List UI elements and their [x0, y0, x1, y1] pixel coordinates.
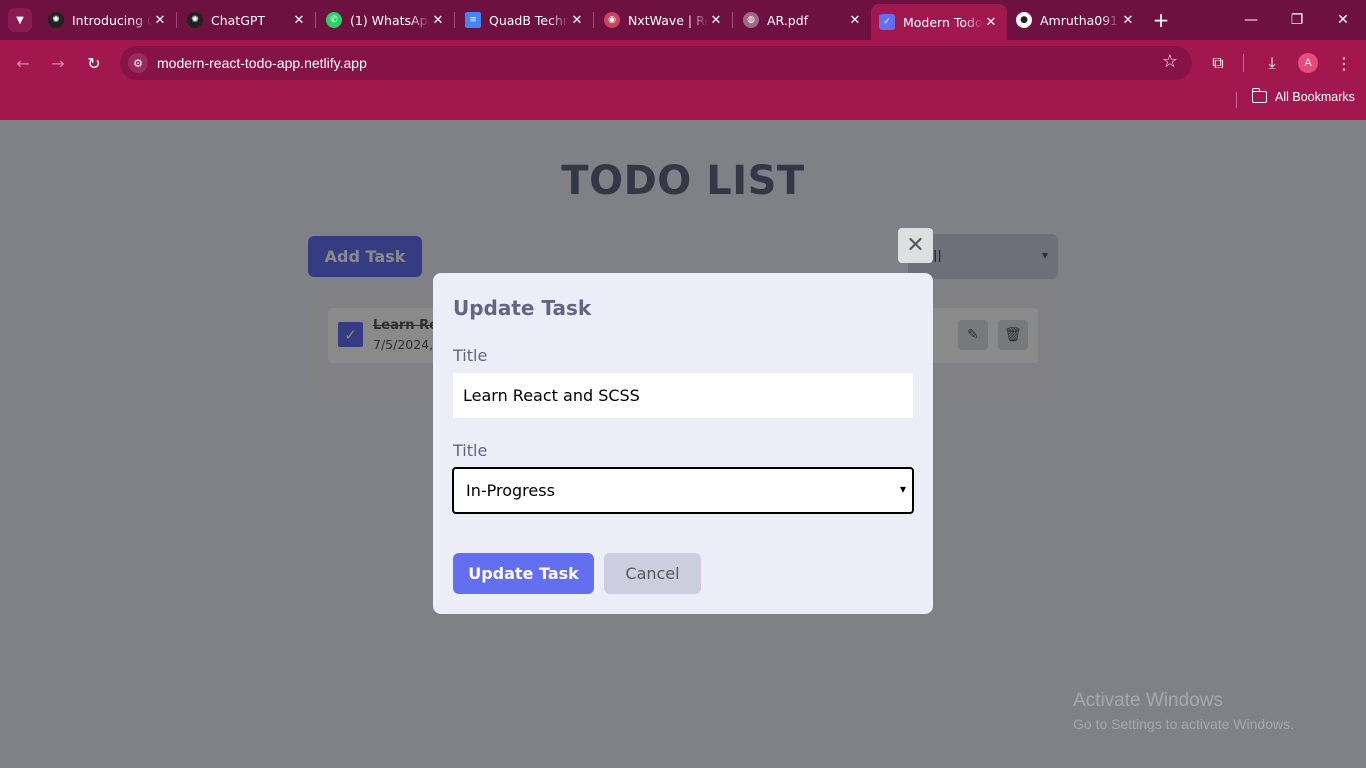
close-tab-icon[interactable]: ✕ — [152, 12, 168, 28]
title-input[interactable]: Learn React and SCSS — [453, 373, 913, 418]
folder-icon — [1251, 88, 1267, 103]
close-tab-icon[interactable]: ✕ — [708, 12, 724, 28]
more-vert-icon: ⋮ — [1336, 53, 1352, 73]
tab-introducing-chatgpt[interactable]: ✺ Introducing ChatGPT ✕ — [40, 6, 176, 34]
title-field-label: Title — [453, 346, 488, 365]
tab-title: QuadB Technologies — [489, 12, 569, 28]
close-modal-button[interactable]: ✕ — [898, 228, 933, 263]
tab-divider — [593, 12, 594, 28]
close-tab-icon[interactable]: ✕ — [430, 12, 446, 28]
tab-quadb[interactable]: ≡ QuadB Technologies ✕ — [457, 6, 593, 34]
toolbar-divider — [1243, 54, 1244, 72]
chevron-down-icon: ▾ — [899, 482, 906, 496]
close-tab-icon[interactable]: ✕ — [291, 12, 307, 28]
github-icon: ● — [1016, 12, 1032, 28]
tab-chatgpt[interactable]: ✺ ChatGPT ✕ — [179, 6, 315, 34]
tab-nxtwave[interactable]: ◉ NxtWave | Re ✕ — [596, 6, 732, 34]
globe-icon: ◍ — [743, 12, 759, 28]
url-text[interactable]: modern-react-todo-app.netlify.app — [157, 55, 367, 71]
openai-icon: ✺ — [187, 12, 203, 28]
restore-button[interactable]: ❐ — [1274, 0, 1320, 40]
tab-title: ChatGPT — [211, 12, 266, 28]
reload-icon: ↻ — [87, 53, 101, 73]
status-field-label: Title — [453, 441, 488, 460]
close-icon: ✕ — [1337, 12, 1349, 28]
close-icon: ✕ — [906, 233, 925, 258]
tab-title: Introducing ChatGPT — [72, 12, 152, 28]
star-icon[interactable]: ☆ — [1162, 52, 1178, 72]
reload-button[interactable]: ↻ — [79, 48, 109, 78]
cancel-button[interactable]: Cancel — [604, 553, 701, 594]
watermark-line-1: Activate Windows — [1073, 690, 1223, 711]
todo-icon: ✓ — [879, 14, 895, 30]
tab-whatsapp[interactable]: ✆ (1) WhatsApp ✕ — [318, 6, 454, 34]
tab-title: (1) WhatsApp — [350, 12, 430, 28]
minimize-button[interactable]: — — [1228, 0, 1274, 40]
watermark-line-2: Go to Settings to activate Windows. — [1073, 716, 1294, 732]
windows-activation-watermark: Activate Windows Go to Settings to activ… — [1073, 690, 1294, 732]
tab-divider — [176, 12, 177, 28]
downloads-button[interactable]: ⤓ — [1257, 48, 1287, 78]
close-tab-icon[interactable]: ✕ — [983, 14, 999, 30]
tab-title: Modern Todo — [903, 14, 983, 30]
forward-button[interactable]: → — [43, 48, 73, 78]
restore-icon: ❐ — [1290, 12, 1304, 28]
close-tab-icon[interactable]: ✕ — [1120, 12, 1136, 28]
puzzle-icon: ⧉ — [1212, 53, 1224, 72]
arrow-right-icon: → — [51, 53, 65, 73]
status-select[interactable]: In-Progress ▾ — [452, 467, 914, 514]
close-tab-icon[interactable]: ✕ — [569, 12, 585, 28]
nxtwave-icon: ◉ — [604, 12, 620, 28]
plus-icon: + — [1152, 8, 1170, 32]
download-icon: ⤓ — [1268, 53, 1276, 72]
tab-title: Amrutha091 — [1040, 12, 1119, 28]
minimize-icon: — — [1244, 12, 1258, 28]
chevron-down-icon: ▼ — [16, 14, 24, 26]
update-task-modal: Update Task Title Learn React and SCSS T… — [433, 273, 933, 614]
browser-toolbar: ← → ↻ ⚙ modern-react-todo-app.netlify.ap… — [0, 40, 1366, 120]
openai-icon: ✺ — [48, 12, 64, 28]
tab-modern-todo[interactable]: ✓ Modern Todo ✕ — [871, 4, 1007, 40]
tab-strip: ▼ ✺ Introducing ChatGPT ✕ ✺ ChatGPT ✕ ✆ … — [0, 0, 1366, 40]
tab-github[interactable]: ● Amrutha091 ✕ — [1008, 6, 1144, 34]
update-task-button[interactable]: Update Task — [453, 553, 594, 594]
tab-divider — [732, 12, 733, 28]
menu-button[interactable]: ⋮ — [1329, 48, 1359, 78]
profile-avatar[interactable]: A — [1298, 53, 1318, 73]
tab-divider — [454, 12, 455, 28]
site-info-icon[interactable]: ⚙ — [128, 53, 148, 73]
status-selected-value: In-Progress — [466, 481, 555, 500]
bookmarks-divider — [1236, 92, 1237, 108]
docs-icon: ≡ — [465, 12, 481, 28]
new-tab-button[interactable]: + — [1150, 8, 1172, 32]
arrow-left-icon: ← — [16, 53, 30, 73]
all-bookmarks-label: All Bookmarks — [1275, 90, 1355, 104]
modal-heading: Update Task — [453, 296, 592, 320]
close-tab-icon[interactable]: ✕ — [847, 12, 863, 28]
close-window-button[interactable]: ✕ — [1320, 0, 1366, 40]
extensions-button[interactable]: ⧉ — [1203, 48, 1233, 78]
tab-search-button[interactable]: ▼ — [8, 8, 32, 32]
tab-title: AR.pdf — [767, 12, 809, 28]
all-bookmarks-button[interactable]: All Bookmarks — [1251, 88, 1355, 104]
tab-ar-pdf[interactable]: ◍ AR.pdf ✕ — [735, 6, 871, 34]
tab-divider — [315, 12, 316, 28]
whatsapp-icon: ✆ — [326, 12, 342, 28]
back-button[interactable]: ← — [8, 48, 38, 78]
tab-title: NxtWave | Re — [628, 12, 708, 28]
address-bar[interactable]: ⚙ modern-react-todo-app.netlify.app ☆ — [120, 46, 1192, 80]
